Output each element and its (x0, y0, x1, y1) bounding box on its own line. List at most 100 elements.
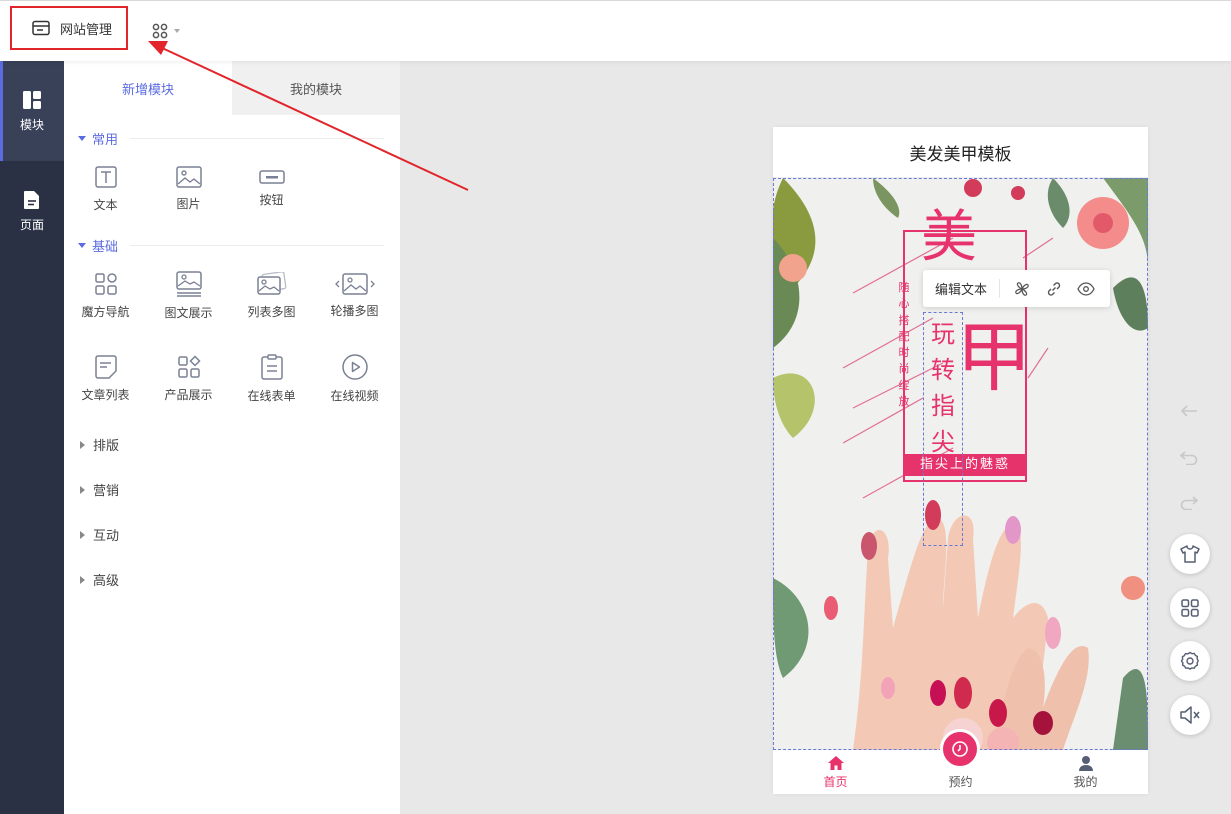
banner-vertical-title[interactable]: 玩 转 指 尖 (923, 312, 963, 546)
redo-icon[interactable] (1180, 494, 1199, 514)
small-char: 时 (898, 346, 910, 360)
module-cube-nav[interactable]: 魔方导航 (64, 254, 147, 337)
site-manage-button[interactable]: 网站管理 (10, 6, 128, 50)
page-icon (24, 190, 39, 209)
layout-icon (23, 90, 41, 109)
module-image-text[interactable]: 图文展示 (147, 254, 230, 337)
module-video[interactable]: 在线视频 (313, 337, 396, 420)
section-basic-header[interactable]: 基础 (78, 236, 384, 255)
panel-tabs: 新增模块 我的模块 (64, 61, 400, 115)
carousel-icon (334, 272, 375, 295)
nav-item-label: 页面 (19, 217, 44, 232)
undo-icon[interactable] (1179, 449, 1198, 469)
tab-new-modules[interactable]: 新增模块 (64, 61, 232, 115)
section-interaction-header[interactable]: 互动 (64, 512, 400, 557)
nav-item-pages[interactable]: 页面 (0, 161, 64, 261)
section-common-header[interactable]: 常用 (78, 129, 384, 148)
image-text-icon (175, 270, 202, 297)
tab-my-modules[interactable]: 我的模块 (232, 61, 400, 115)
product-icon (177, 354, 201, 378)
module-panel: 新增模块 我的模块 常用 文本 图片 按钮 基础 魔方导航 图文展示 列表多图 … (64, 61, 400, 814)
top-bar: 网站管理 (0, 0, 1231, 61)
nav-item-label: 模块 (19, 117, 44, 132)
edit-text-button[interactable]: 编辑文本 (935, 279, 1001, 298)
phone-tab-bar: 首页 预约 我的 (773, 729, 1148, 794)
caret-right-icon (80, 485, 85, 494)
settings-button[interactable] (1170, 641, 1210, 681)
section-title: 基础 (92, 239, 119, 255)
module-product[interactable]: 产品展示 (147, 337, 230, 420)
vertical-char: 指 (931, 392, 955, 420)
module-image[interactable]: 图片 (147, 147, 230, 230)
caret-down-icon (78, 242, 86, 248)
module-label: 文本 (93, 197, 118, 212)
section-layout-header[interactable]: 排版 (64, 422, 400, 467)
small-char: 尚 (898, 362, 910, 376)
module-list-images[interactable]: 列表多图 (230, 254, 313, 337)
module-form[interactable]: 在线表单 (230, 337, 313, 420)
edit-text-toolbar: 编辑文本 (923, 270, 1110, 307)
text-icon (94, 165, 117, 188)
section-title: 排版 (93, 439, 120, 454)
module-article-list[interactable]: 文章列表 (64, 337, 147, 420)
section-marketing-header[interactable]: 营销 (64, 467, 400, 512)
small-char: 随 (898, 281, 910, 294)
booking-fab-button[interactable] (940, 729, 980, 769)
theme-button[interactable] (1170, 534, 1210, 574)
speaker-icon (1180, 706, 1200, 724)
link-icon[interactable] (1038, 281, 1070, 297)
divider (130, 244, 384, 246)
tab-label: 首页 (823, 775, 848, 789)
list-images-icon (256, 271, 286, 295)
module-button[interactable]: 按钮 (230, 147, 313, 230)
caret-right-icon (80, 440, 85, 449)
section-title: 高级 (93, 574, 120, 589)
module-label: 文章列表 (81, 387, 130, 402)
tab-label: 预约 (948, 775, 973, 789)
eye-icon[interactable] (1070, 281, 1102, 296)
fan-icon[interactable] (1006, 281, 1038, 297)
module-carousel[interactable]: 轮播多图 (313, 254, 396, 337)
clock-icon (952, 741, 968, 757)
phone-preview: 美发美甲模板 美 甲 玩 转 指 尖 随 心 搭 配 时 尚 绽 放 指尖上的魅… (773, 127, 1148, 794)
home-icon (827, 756, 844, 770)
vertical-char: 玩 (931, 320, 955, 348)
banner-image[interactable]: 美 甲 玩 转 指 尖 随 心 搭 配 时 尚 绽 放 指尖上的魅惑 (773, 178, 1148, 750)
apps-menu-button[interactable] (152, 23, 180, 39)
image-icon (175, 165, 202, 188)
module-label: 轮播多图 (330, 303, 379, 318)
nav-item-modules[interactable]: 模块 (0, 61, 64, 161)
module-label: 图文展示 (164, 305, 213, 320)
phone-page-title: 美发美甲模板 (773, 127, 1148, 178)
small-char: 心 (898, 297, 910, 311)
tab-mine[interactable]: 我的 (1023, 750, 1148, 794)
divider (130, 137, 384, 139)
module-label: 产品展示 (164, 387, 213, 402)
button-icon (258, 169, 285, 184)
small-char: 绽 (898, 378, 910, 392)
banner-big-char-2: 甲 (956, 313, 1032, 402)
caret-right-icon (80, 575, 85, 584)
article-list-icon (94, 354, 117, 379)
tab-home[interactable]: 首页 (773, 750, 898, 794)
module-label: 在线视频 (330, 388, 379, 403)
chevron-down-icon (174, 29, 180, 33)
caret-right-icon (80, 530, 85, 539)
music-button[interactable] (1170, 695, 1210, 735)
module-text[interactable]: 文本 (64, 147, 147, 230)
form-icon (260, 353, 283, 380)
vertical-char: 转 (931, 356, 955, 384)
module-label: 图片 (176, 196, 201, 211)
apps-grid-icon (152, 23, 168, 39)
small-char: 放 (898, 395, 910, 409)
components-button[interactable] (1170, 588, 1210, 628)
banner-small-vertical: 随 心 搭 配 时 尚 绽 放 (897, 280, 911, 410)
section-advanced-header[interactable]: 高级 (64, 557, 400, 602)
back-arrow-icon[interactable] (1180, 404, 1198, 422)
banner-ribbon-text: 指尖上的魅惑 (919, 457, 1010, 472)
module-label: 按钮 (259, 192, 284, 207)
section-title: 常用 (92, 132, 119, 148)
module-label: 魔方导航 (81, 304, 130, 319)
module-label: 列表多图 (247, 304, 296, 319)
module-grid-basic: 魔方导航 图文展示 列表多图 轮播多图 文章列表 产品展示 在线表单 在线视频 (64, 254, 400, 420)
